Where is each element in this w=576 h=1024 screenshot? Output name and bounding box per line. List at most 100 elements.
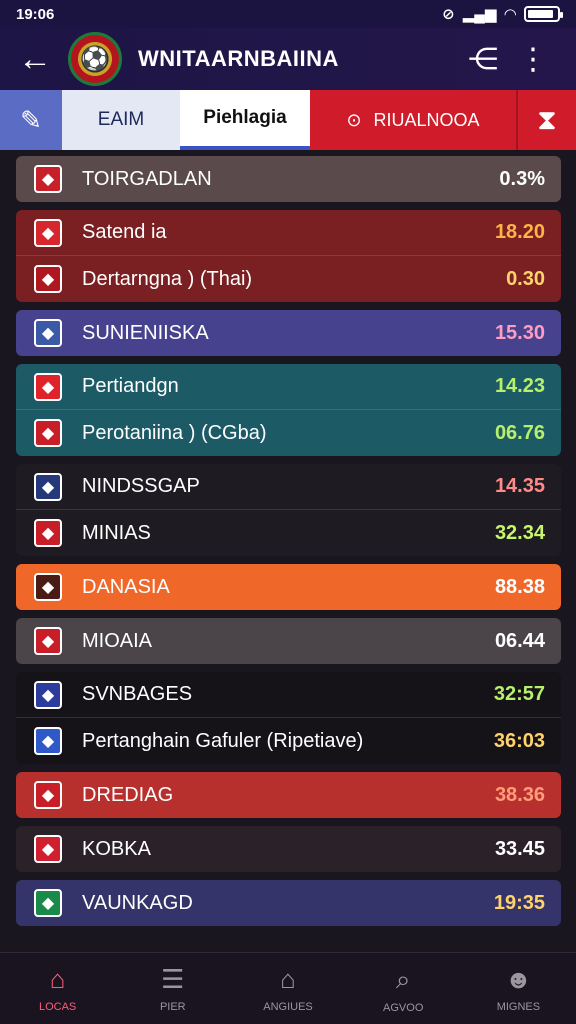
team-value: 32:57 — [493, 683, 545, 705]
nav-label: LOCAS — [38, 1001, 77, 1013]
list-item[interactable]: ◆ SVNBAGES 32:57 — [16, 672, 561, 718]
team-name: Satend ia — [82, 221, 167, 243]
nav-item-angiues[interactable]: ⌂ ANGIUES — [230, 953, 345, 1024]
team-badge-icon: ◆ — [34, 218, 62, 247]
share-icon[interactable]: ⋲ — [458, 42, 508, 77]
team-value: 33.45 — [494, 837, 545, 860]
team-name: Perotaniina ) (CGba) — [82, 421, 267, 444]
team-name: Dertarngna ) (Thai) — [82, 267, 253, 290]
status-bar: 19:06 ⊘ ▂▄▆ ◠ — [0, 0, 576, 28]
list-item[interactable]: ◆ KOBKA 33.45 — [16, 826, 561, 872]
nav-label: AGVOO — [383, 1001, 424, 1014]
tab-riualnooa[interactable]: ⊙ RIUALNOOA — [310, 90, 516, 150]
team-badge-icon: ◆ — [34, 165, 62, 193]
team-value: 06.44 — [494, 629, 545, 652]
nav-label: MIGNES — [496, 1001, 541, 1013]
team-group: ◆ DANASIA 88.38 — [16, 564, 561, 610]
team-group: ◆ VAUNKAGD 19:35 — [16, 880, 561, 926]
list-item[interactable]: ◆ Pertanghain Gafuler (Ripetiave) 36:03 — [16, 718, 561, 764]
nav-item-locas[interactable]: ⌂ LOCAS — [0, 953, 115, 1024]
signal-icon: ▂▄▆ — [462, 6, 497, 23]
list-item[interactable]: ◆ MIOAIA 06.44 — [16, 618, 561, 664]
team-value: 15.30 — [494, 321, 545, 344]
wifi-icon: ◠ — [504, 6, 516, 23]
standings-list: ◆ TOIRGADLAN 0.3% ◆ Satend ia 18.20 ◆ Dertarngn… — [16, 156, 561, 934]
team-name: VAUNKAGD — [82, 891, 193, 914]
team-badge-icon: ◆ — [34, 627, 62, 655]
team-value: 14.23 — [494, 375, 545, 397]
team-value: 36:03 — [493, 729, 545, 752]
team-name: MINIAS — [82, 521, 151, 544]
list-item[interactable]: ◆ Dertarngna ) (Thai) 0.30 — [16, 256, 561, 302]
team-value: 06.76 — [494, 421, 545, 444]
team-name: SVNBAGES — [82, 683, 193, 705]
list-item[interactable]: ◆ Pertiandgn 14.23 — [16, 364, 561, 410]
team-value: 32.34 — [494, 521, 545, 544]
team-value: 88.38 — [494, 575, 545, 598]
team-name: DREDIAG — [82, 783, 174, 806]
nav-item-mignes[interactable]: ☻ MIGNES — [461, 953, 576, 1024]
team-badge-icon: ◆ — [34, 472, 62, 501]
clock-icon: ⊙ — [346, 109, 362, 130]
team-value: 38.36 — [494, 783, 545, 806]
team-group: ◆ Satend ia 18.20 ◆ Dertarngna ) (Thai) 0.30 — [16, 210, 561, 302]
nav-label: PIER — [159, 1001, 186, 1013]
team-badge-icon: ◆ — [34, 519, 62, 547]
search-icon: ⌕ — [395, 963, 411, 994]
team-badge-icon: ◆ — [34, 680, 62, 709]
battery-level — [528, 10, 553, 18]
team-value: 0.3% — [499, 167, 545, 190]
nav-item-agvoo[interactable]: ⌕ AGVOO — [346, 953, 461, 1024]
team-value: 14.35 — [494, 475, 545, 497]
building-icon: ⌂ — [280, 964, 296, 994]
club-crest-logo: ⚽ — [68, 32, 122, 86]
team-name: TOIRGADLAN — [82, 167, 212, 190]
list-item[interactable]: ◆ SUNIENIISKA 15.30 — [16, 310, 561, 356]
team-name: NINDSSGAP — [82, 475, 200, 497]
list-item[interactable]: ◆ Satend ia 18.20 — [16, 210, 561, 256]
list-item[interactable]: ◆ MINIAS 32.34 — [16, 510, 561, 556]
tab-riualnooa-label: RIUALNOOA — [373, 109, 480, 130]
nav-label: ANGIUES — [263, 1001, 313, 1013]
app-bar: ← ⚽ WNITAARNBAIINA ⋲ ⋮ — [0, 28, 576, 90]
bottom-nav: ⌂ LOCAS ☰ PIER ⌂ ANGIUES ⌕ AGVOO ☻ MIGNES — [0, 952, 576, 1024]
list-item[interactable]: ◆ VAUNKAGD 19:35 — [16, 880, 561, 926]
team-badge-icon: ◆ — [34, 372, 62, 401]
home-icon: ⌂ — [49, 964, 66, 994]
edit-icon[interactable]: ✎ — [0, 90, 62, 150]
team-name: SUNIENIISKA — [82, 321, 209, 344]
team-value: 18.20 — [494, 221, 545, 243]
team-group: ◆ MIOAIA 06.44 — [16, 618, 561, 664]
battery-icon — [524, 6, 563, 22]
profile-icon: ☻ — [504, 964, 533, 994]
team-name: Pertiandgn — [82, 375, 179, 397]
team-badge-icon: ◆ — [34, 419, 62, 447]
team-value: 0.30 — [506, 267, 545, 290]
hourglass-icon[interactable]: ⧗ — [516, 90, 576, 150]
tab-eaim[interactable]: EAIM — [62, 90, 180, 150]
team-name: Pertanghain Gafuler (Ripetiave) — [82, 729, 364, 752]
team-badge-icon: ◆ — [34, 727, 62, 755]
team-group: ◆ TOIRGADLAN 0.3% — [16, 156, 561, 202]
back-arrow-icon[interactable]: ← — [18, 40, 68, 79]
list-item[interactable]: ◆ TOIRGADLAN 0.3% — [16, 156, 561, 202]
team-group: ◆ Pertiandgn 14.23 ◆ Perotaniina ) (CGba) 06.… — [16, 364, 561, 456]
team-name: MIOAIA — [82, 629, 153, 652]
tab-piehlagia[interactable]: Piehlagia — [180, 90, 310, 150]
list-item[interactable]: ◆ DREDIAG 38.36 — [16, 772, 561, 818]
tab-bar: ✎ EAIM Piehlagia ⊙ RIUALNOOA ⧗ — [0, 90, 576, 150]
team-group: ◆ SVNBAGES 32:57 ◆ Pertanghain Gafuler (Ripe… — [16, 672, 561, 764]
team-group: ◆ SUNIENIISKA 15.30 — [16, 310, 561, 356]
list-item[interactable]: ◆ NINDSSGAP 14.35 — [16, 464, 561, 510]
team-group: ◆ KOBKA 33.45 — [16, 826, 561, 872]
team-name: DANASIA — [82, 575, 170, 598]
team-badge-icon: ◆ — [34, 319, 62, 347]
more-vertical-icon[interactable]: ⋮ — [508, 42, 558, 77]
list-item[interactable]: ◆ DANASIA 88.38 — [16, 564, 561, 610]
team-badge-icon: ◆ — [34, 573, 62, 601]
nav-item-pier[interactable]: ☰ PIER — [115, 953, 230, 1024]
team-name: KOBKA — [82, 837, 151, 860]
team-badge-icon: ◆ — [34, 889, 62, 917]
team-badge-icon: ◆ — [34, 265, 62, 293]
list-item[interactable]: ◆ Perotaniina ) (CGba) 06.76 — [16, 410, 561, 456]
